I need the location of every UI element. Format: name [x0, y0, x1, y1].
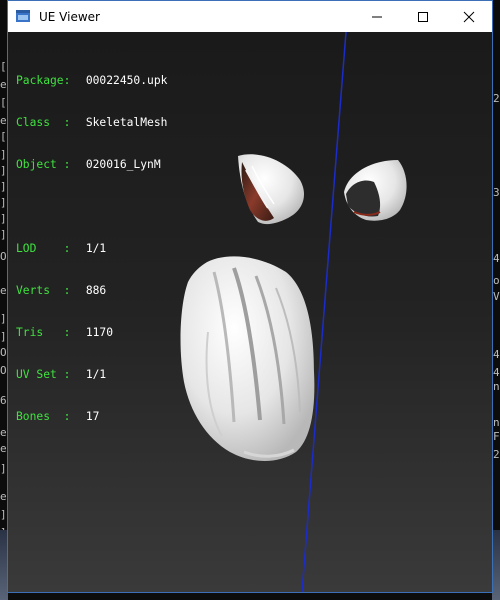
maximize-button[interactable]: [400, 1, 446, 32]
console-right-line: 4: [493, 366, 500, 379]
info-row-package: Package: 00022450.upk: [16, 74, 168, 87]
console-right-line: 4: [493, 252, 500, 265]
console-right-line: o: [493, 274, 500, 287]
right-ear-mesh: [344, 160, 407, 221]
info-row-tris: Tris : 1170: [16, 326, 114, 339]
info-row-verts: Verts : 886: [16, 284, 107, 297]
background-console-right: 234oV44nnF2: [492, 0, 500, 600]
console-right-line: n: [493, 380, 500, 393]
minimize-button[interactable]: [354, 1, 400, 32]
mesh-info-panel: Package: 00022450.upk Class : SkeletalMe…: [16, 46, 167, 452]
window-title: UE Viewer: [39, 10, 100, 24]
info-row-uvset: UV Set : 1/1: [16, 368, 107, 381]
console-right-line: n: [493, 416, 500, 429]
console-right-line: F: [493, 430, 500, 443]
info-row-bones: Bones : 17: [16, 410, 100, 423]
ue-viewer-window[interactable]: UE Viewer Package: 00022450.upk Class: …: [7, 0, 493, 593]
info-row-object: Object : 020016_LynM: [16, 158, 161, 171]
desktop-strip-right: [492, 530, 500, 600]
title-bar[interactable]: UE Viewer: [8, 1, 492, 32]
3d-viewport[interactable]: Package: 00022450.upk Class : SkeletalMe…: [8, 32, 492, 592]
console-right-line: 2: [493, 92, 500, 105]
minimize-icon: [372, 16, 382, 17]
console-right-line: 3: [493, 186, 500, 199]
console-right-line: V: [493, 290, 500, 303]
tail-mesh: [180, 256, 315, 461]
console-right-line: 2: [493, 448, 500, 461]
app-icon: [16, 10, 30, 22]
close-button[interactable]: [446, 1, 492, 32]
info-row-class: Class : SkeletalMesh: [16, 116, 168, 129]
maximize-icon: [418, 11, 428, 22]
console-right-line: 4: [493, 348, 500, 361]
left-ear-mesh: [238, 154, 304, 225]
info-row-lod: LOD : 1/1: [16, 242, 107, 255]
close-icon: [463, 11, 475, 22]
